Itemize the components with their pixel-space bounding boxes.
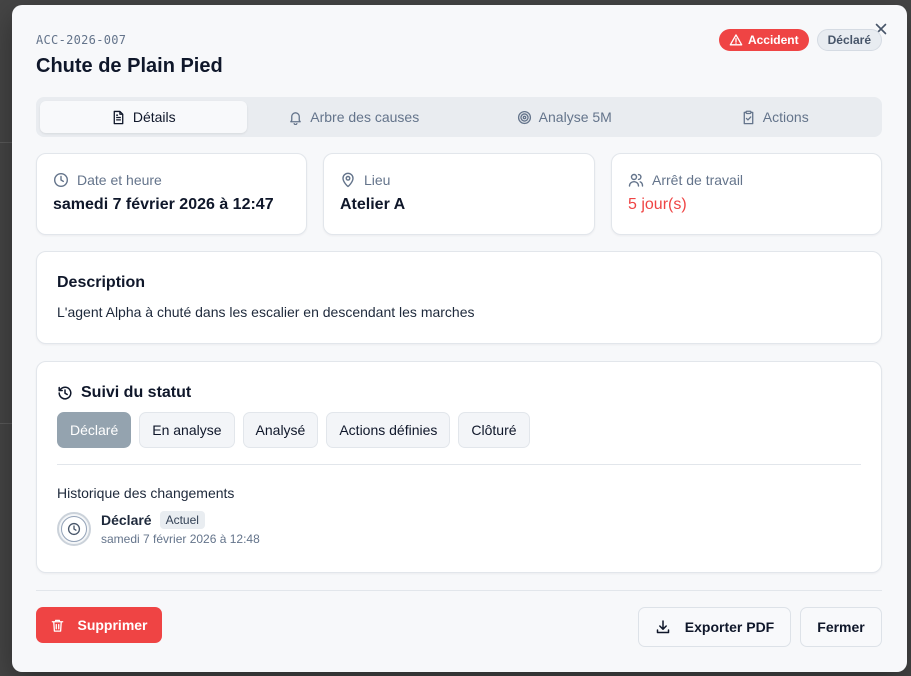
- clipboard-check-icon: [743, 110, 754, 124]
- map-pin-icon: [342, 172, 354, 188]
- status-step-in-analysis[interactable]: En analyse: [139, 412, 235, 448]
- date-value: samedi 7 février 2026 à 12:47: [53, 196, 274, 213]
- status-tracking-title: Suivi du statut: [81, 384, 192, 401]
- status-step-closed[interactable]: Clôturé: [458, 412, 530, 448]
- history-item: Déclaré Actuel samedi 7 février 2026 à 1…: [57, 511, 861, 546]
- close-button[interactable]: Fermer: [800, 607, 882, 647]
- work-stoppage-card: Arrêt de travail 5 jour(s): [611, 153, 882, 235]
- bell-icon: [290, 111, 302, 125]
- status-step-analyzed[interactable]: Analysé: [242, 412, 319, 448]
- description-title: Description: [57, 274, 146, 291]
- backdrop-divider: [0, 423, 12, 424]
- description-text: L'agent Alpha à chuté dans les escalier …: [57, 304, 475, 320]
- backdrop-divider: [0, 142, 12, 143]
- history-item-body: Déclaré Actuel samedi 7 février 2026 à 1…: [101, 511, 260, 546]
- location-card: Lieu Atelier A: [323, 153, 595, 235]
- status-badge: Déclaré: [816, 29, 882, 51]
- tab-cause-tree[interactable]: Arbre des causes: [251, 101, 458, 133]
- work-stoppage-label-row: Arrêt de travail: [628, 172, 865, 188]
- history-title: Historique des changements: [57, 485, 235, 501]
- tab-label: Actions: [762, 109, 809, 125]
- history-item-status: Déclaré: [101, 512, 152, 528]
- tab-analysis-5m[interactable]: Analyse 5M: [461, 101, 668, 133]
- location-label-row: Lieu: [340, 172, 578, 188]
- tab-bar: Détails Arbre des causes Analyse 5M Acti…: [36, 97, 882, 137]
- status-step-declared[interactable]: Déclaré: [57, 412, 132, 448]
- delete-button-label: Supprimer: [77, 617, 148, 633]
- incident-badges: Accident Déclaré: [718, 29, 882, 51]
- alert-triangle-icon: [729, 34, 743, 46]
- work-stoppage-label: Arrêt de travail: [652, 172, 744, 188]
- status-tracking-header: Suivi du statut: [57, 384, 861, 402]
- export-pdf-button[interactable]: Exporter PDF: [638, 607, 791, 647]
- work-stoppage-value: 5 jour(s): [628, 196, 687, 213]
- status-stepper: Déclaré En analyse Analysé Actions défin…: [57, 412, 861, 448]
- incident-title: Chute de Plain Pied: [36, 55, 223, 77]
- date-label: Date et heure: [77, 172, 162, 188]
- history-item-icon: [57, 511, 91, 546]
- tab-actions[interactable]: Actions: [672, 101, 879, 133]
- clock-icon: [67, 522, 81, 535]
- description-card: Description L'agent Alpha à chuté dans l…: [36, 251, 882, 344]
- incident-reference: ACC-2026-007: [36, 33, 127, 47]
- users-icon: [628, 173, 644, 187]
- clock-icon: [53, 172, 69, 188]
- delete-button[interactable]: Supprimer: [36, 607, 162, 643]
- tab-details[interactable]: Détails: [40, 101, 247, 133]
- history-item-date: samedi 7 février 2026 à 12:48: [101, 532, 260, 546]
- location-value: Atelier A: [340, 196, 406, 213]
- target-icon: [517, 110, 531, 124]
- type-badge: Accident: [718, 29, 809, 51]
- status-tracking-card: Suivi du statut Déclaré En analyse Analy…: [36, 361, 882, 573]
- history-item-current-tag: Actuel: [159, 511, 205, 529]
- type-badge-label: Accident: [747, 33, 799, 47]
- tab-label: Analyse 5M: [538, 109, 612, 125]
- file-text-icon: [113, 110, 124, 124]
- date-card: Date et heure samedi 7 février 2026 à 12…: [36, 153, 307, 235]
- history-icon: [58, 386, 72, 400]
- footer-divider: [36, 590, 882, 591]
- download-icon: [656, 620, 670, 634]
- location-label: Lieu: [364, 172, 391, 188]
- status-step-actions-defined[interactable]: Actions définies: [326, 412, 451, 448]
- status-divider: [57, 464, 861, 465]
- tab-label: Détails: [132, 109, 176, 125]
- date-label-row: Date et heure: [53, 172, 290, 188]
- export-pdf-label: Exporter PDF: [684, 619, 775, 635]
- trash-icon: [52, 619, 64, 632]
- tab-label: Arbre des causes: [310, 109, 420, 125]
- incident-detail-dialog: ACC-2026-007 Chute de Plain Pied Acciden…: [12, 5, 907, 672]
